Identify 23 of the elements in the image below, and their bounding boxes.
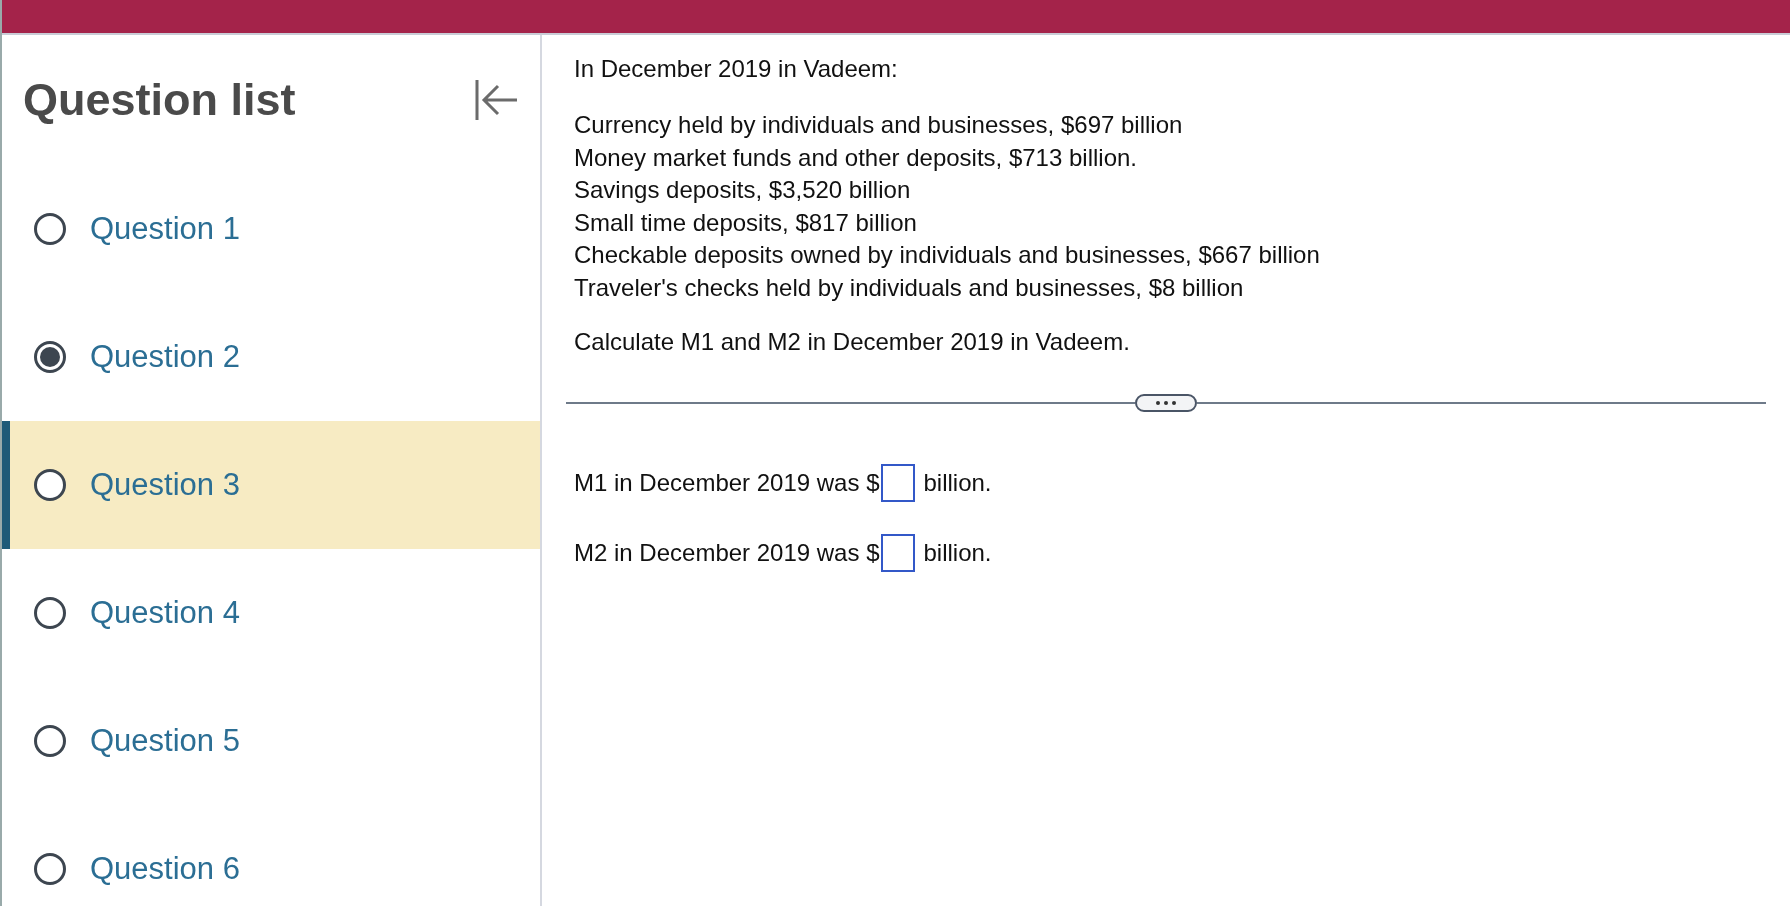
fact-line: Checkable deposits owned by individuals and businesses, $667 billion [574,240,1321,270]
fact-line: Money market funds and other deposits, $713 billion. [574,142,1138,173]
answer-box[interactable] [881,534,916,572]
intro-text: In December 2019 in Vadeem: [574,55,899,83]
sidebar-title: Question list [23,74,296,126]
unit-label: billion. [923,469,992,497]
fact-line: Small time deposits, $817 billion [574,207,918,238]
unit-label: billion. [923,539,992,567]
fact-line: Traveler's checks held by individuals and businesses, $8 billion [574,272,1245,303]
question-item[interactable]: Question 5 [2,677,540,805]
question-item[interactable]: Question 2 [2,293,540,421]
more-icon[interactable] [1135,394,1197,412]
task-text: Calculate M1 and M2 in December 2019 in Vadeem. [574,328,1131,356]
collapse-icon[interactable] [474,78,520,122]
question-item[interactable]: Question 3 [2,421,540,549]
answer-label: M2 in December 2019 was $ [574,539,880,567]
question-item[interactable]: Question 6 [2,805,540,906]
answer-label: M1 in December 2019 was $ [574,469,880,497]
question-item[interactable]: Question 4 [2,549,540,677]
fact-line: Currency held by individuals and businesses, $697 billion [574,110,1184,140]
question-item[interactable]: Question 1 [2,165,540,293]
answer-box[interactable] [881,464,916,502]
fact-line: Savings deposits, $3,520 billion [574,175,912,205]
